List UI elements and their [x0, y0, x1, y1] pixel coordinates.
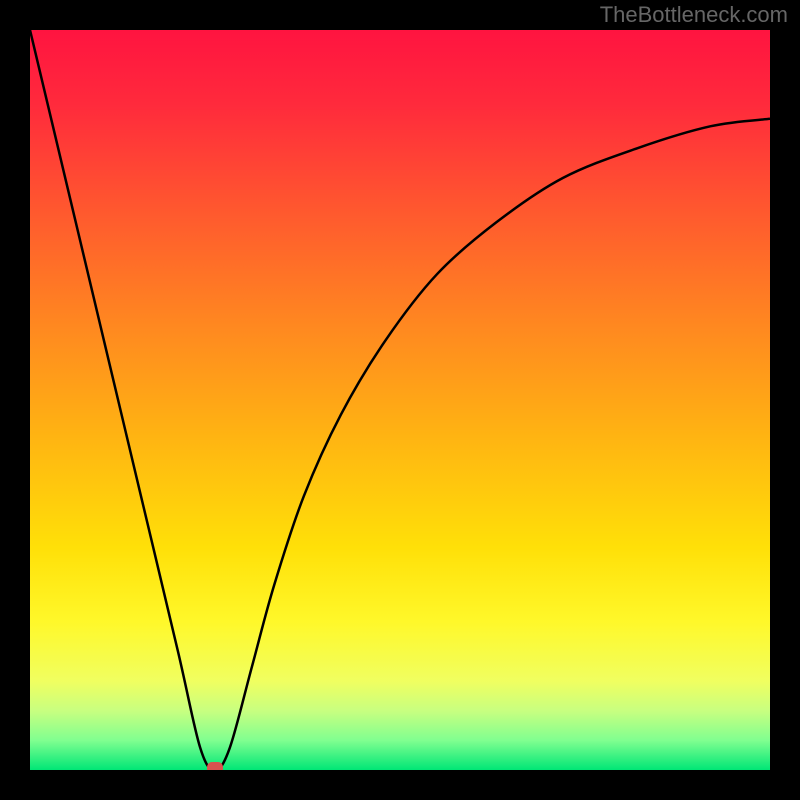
chart-svg — [30, 30, 770, 770]
minimum-marker — [207, 762, 223, 770]
attribution-label: TheBottleneck.com — [600, 2, 788, 28]
chart-container: TheBottleneck.com — [0, 0, 800, 800]
plot-area — [30, 30, 770, 770]
